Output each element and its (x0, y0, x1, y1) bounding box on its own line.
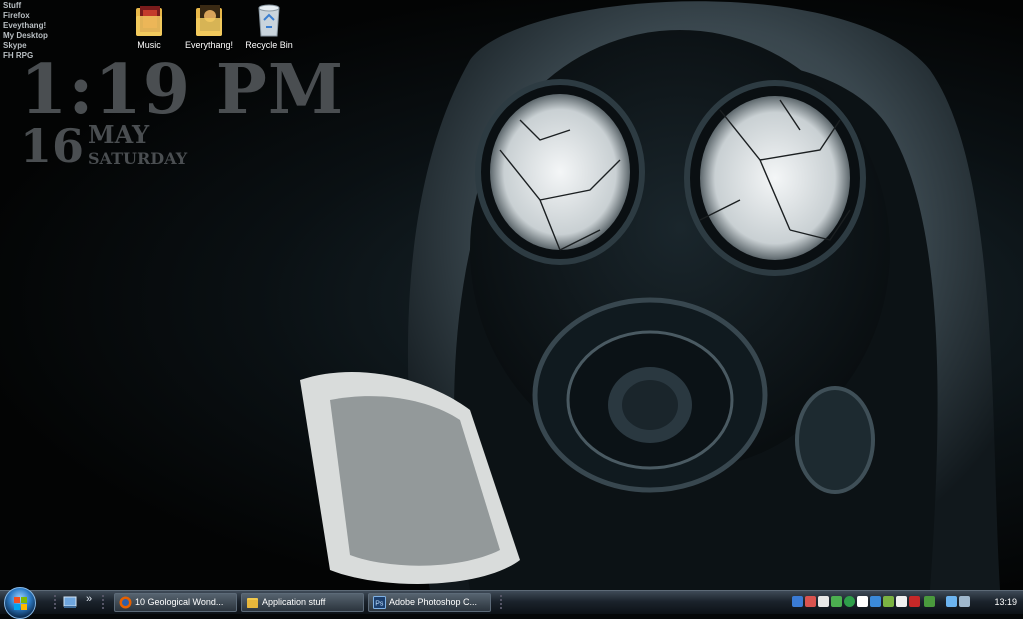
launcher-item-stuff[interactable]: Stuff (3, 1, 48, 11)
quick-launch-more-button[interactable]: » (86, 593, 92, 605)
taskbar-grip[interactable] (54, 595, 56, 609)
photoshop-icon: Ps (373, 596, 386, 609)
tray-app-icon[interactable] (896, 596, 907, 607)
folder-icon (247, 598, 258, 608)
firefox-icon (119, 596, 132, 609)
clock-widget-time: 1:19 PM (20, 50, 345, 130)
task-button-photoshop[interactable]: Ps Adobe Photoshop C... (368, 593, 491, 612)
start-button[interactable] (4, 587, 36, 619)
tray-app-icon[interactable] (805, 596, 816, 607)
tray-app-icon[interactable] (883, 596, 894, 607)
clock-widget-month: MAY (88, 120, 150, 149)
recycle-bin-icon (258, 4, 280, 37)
task-button-label: 10 Geological Wond... (135, 597, 224, 607)
taskbar-grip[interactable] (500, 595, 502, 609)
desktop-icon-recycle-bin[interactable]: Recycle Bin (234, 2, 304, 50)
tray-app-icon[interactable] (844, 596, 855, 607)
svg-text:Ps: Ps (375, 601, 384, 608)
folder-icon (136, 6, 162, 36)
folder-icon (196, 5, 222, 36)
tray-app-icon[interactable] (924, 596, 935, 607)
launcher-item-firefox[interactable]: Firefox (3, 11, 48, 21)
show-desktop-icon[interactable] (63, 595, 77, 609)
system-tray: 13:19 (788, 593, 1023, 612)
tray-app-icon[interactable] (909, 596, 920, 607)
launcher-item-eveythang[interactable]: Eveythang! (3, 21, 48, 31)
volume-icon[interactable] (959, 596, 970, 607)
windows-logo-icon (14, 597, 27, 610)
task-button-label: Adobe Photoshop C... (389, 597, 478, 607)
task-button-firefox[interactable]: 10 Geological Wond... (114, 593, 237, 612)
task-button-application-stuff[interactable]: Application stuff (241, 593, 364, 612)
desktop[interactable]: Stuff Firefox Eveythang! My Desktop Skyp… (0, 0, 1023, 590)
tray-app-icon[interactable] (857, 596, 868, 607)
tray-app-icon[interactable] (831, 596, 842, 607)
launcher-item-my-desktop[interactable]: My Desktop (3, 31, 48, 41)
bluetooth-icon[interactable] (792, 596, 803, 607)
tray-app-icon[interactable] (870, 596, 881, 607)
desktop-icon-label: Recycle Bin (245, 40, 293, 50)
taskbar-clock[interactable]: 13:19 (994, 593, 1017, 612)
tray-app-icon[interactable] (818, 596, 829, 607)
taskbar-grip[interactable] (102, 595, 104, 609)
clock-widget-day: 16 (20, 119, 85, 173)
taskbar: » 10 Geological Wond... Application stuf… (0, 587, 1023, 619)
task-button-label: Application stuff (262, 597, 326, 607)
network-icon[interactable] (946, 596, 957, 607)
clock-widget-weekday: SATURDAY (88, 149, 188, 168)
